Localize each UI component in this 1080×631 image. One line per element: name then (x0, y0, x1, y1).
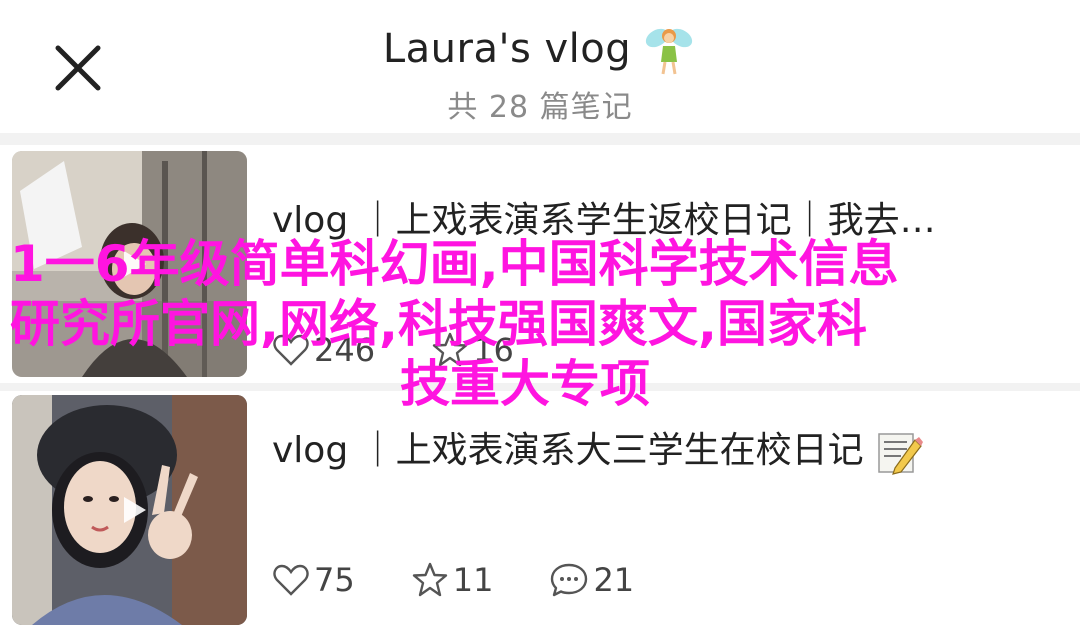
comment-button[interactable]: 21 (549, 561, 634, 599)
note-thumbnail[interactable] (12, 395, 247, 625)
star-icon (432, 332, 468, 367)
star-count: 16 (473, 331, 514, 369)
page-title: Laura's vlog (383, 20, 697, 78)
note-title[interactable]: vlog ｜上戏表演系大三学生在校日记 (272, 421, 1042, 476)
note-card[interactable]: vlog ｜上戏表演系学生返校日记｜我去… 246 16 (0, 145, 1080, 383)
note-stats: 75 11 21 (272, 561, 690, 599)
star-icon (412, 562, 447, 597)
star-button[interactable]: 16 (431, 331, 514, 369)
note-title[interactable]: vlog ｜上戏表演系学生返校日记｜我去… (272, 191, 1042, 243)
note-thumbnail[interactable] (12, 151, 247, 377)
note-title-text: vlog ｜上戏表演系大三学生在校日记 (272, 430, 864, 471)
page-title-text: Laura's vlog (382, 26, 632, 72)
memo-icon (878, 433, 924, 475)
star-button[interactable]: 11 (411, 561, 494, 599)
like-button[interactable]: 75 (272, 561, 355, 599)
heart-icon (273, 564, 309, 596)
heart-icon (273, 334, 309, 366)
note-card[interactable]: vlog ｜上戏表演系大三学生在校日记 75 11 21 (0, 391, 1080, 631)
like-count: 75 (314, 561, 355, 599)
fairy-emoji-icon (646, 28, 693, 75)
play-icon (124, 251, 146, 277)
note-stats: 246 16 (272, 331, 570, 369)
star-count: 11 (452, 561, 494, 599)
like-button[interactable]: 246 (272, 331, 375, 369)
comment-count: 21 (593, 561, 635, 599)
like-count: 246 (314, 331, 376, 369)
play-icon (124, 497, 146, 523)
notes-list: vlog ｜上戏表演系学生返校日记｜我去… 246 16 vlog ｜上戏表演系… (0, 133, 1080, 631)
comment-icon (551, 563, 588, 597)
note-count: 共 28 篇笔记 (447, 90, 633, 125)
header-bar: Laura's vlog 共 28 篇笔记 (0, 0, 1080, 133)
